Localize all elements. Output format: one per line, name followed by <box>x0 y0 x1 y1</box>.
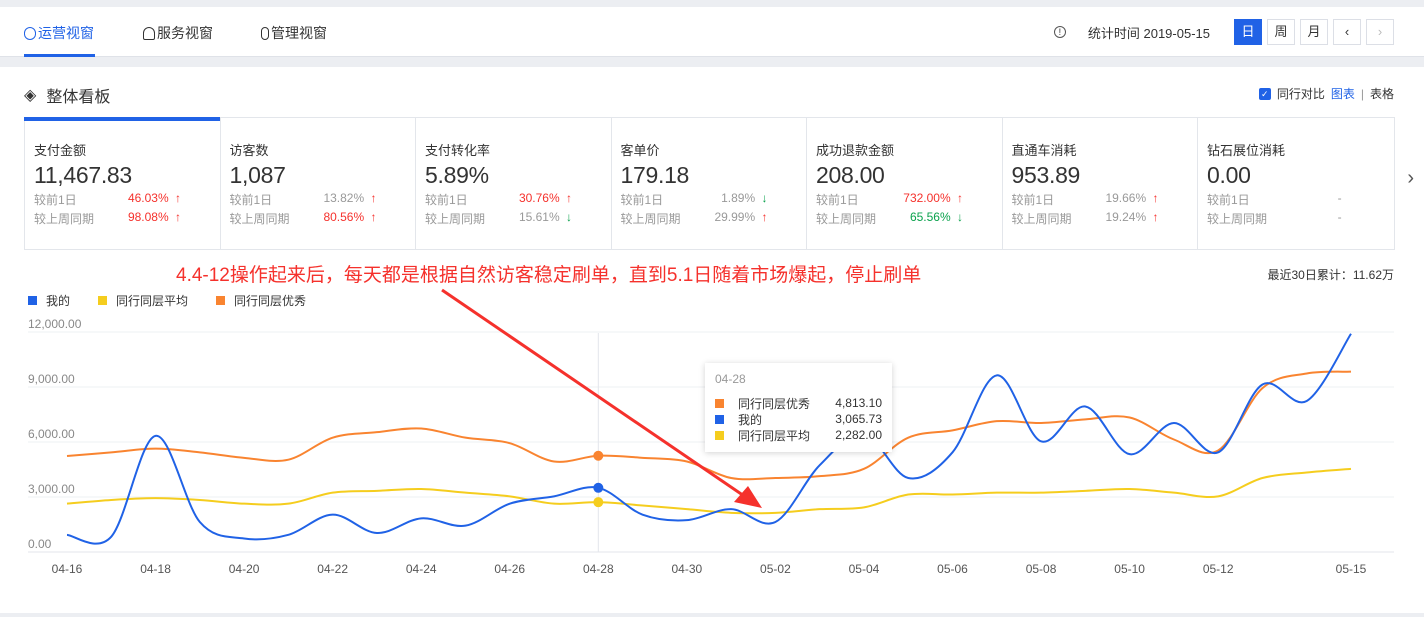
tooltip-swatch <box>715 414 724 424</box>
x-tick-label: 04-28 <box>583 562 614 576</box>
highlight-point <box>593 482 604 493</box>
y-tick-label: 3,000.00 <box>28 482 75 496</box>
x-tick-label: 04-26 <box>494 562 525 576</box>
tooltip-date: 04-28 <box>715 372 746 386</box>
line-chart: 0.00 3,000.00 6,000.00 9,000.00 12,000.00 04-… <box>28 288 1394 576</box>
x-tick-label: 04-22 <box>317 562 348 576</box>
x-tick-label: 05-10 <box>1114 562 1145 576</box>
chart-tooltip: 04-28 同行同层优秀 4,813.10 我的 3,065.73 同行同层平均 2,28… <box>705 363 892 452</box>
tooltip-row: 同行同层优秀 4,813.10 <box>715 395 882 411</box>
tooltip-swatch <box>715 398 724 408</box>
tooltip-swatch <box>715 430 724 440</box>
x-tick-label: 05-08 <box>1026 562 1057 576</box>
x-tick-label: 04-24 <box>406 562 437 576</box>
tooltip-row: 同行同层平均 2,282.00 <box>715 427 882 443</box>
highlight-point <box>593 497 604 508</box>
y-tick-label: 12,000.00 <box>28 317 82 331</box>
x-tick-label: 05-04 <box>849 562 880 576</box>
x-tick-label: 04-20 <box>229 562 260 576</box>
x-tick-label: 05-15 <box>1336 562 1367 576</box>
x-tick-label: 04-30 <box>672 562 703 576</box>
x-tick-label: 05-06 <box>937 562 968 576</box>
x-tick-label: 04-16 <box>52 562 83 576</box>
series-line-1 <box>66 467 1352 515</box>
y-tick-label: 0.00 <box>28 537 52 551</box>
highlight-point <box>593 450 604 461</box>
x-tick-label: 04-18 <box>140 562 171 576</box>
y-tick-label: 9,000.00 <box>28 372 75 386</box>
y-tick-label: 6,000.00 <box>28 427 75 441</box>
x-tick-label: 05-12 <box>1203 562 1234 576</box>
x-tick-label: 05-02 <box>760 562 791 576</box>
tooltip-row: 我的 3,065.73 <box>715 411 882 427</box>
annotation-arrow <box>441 288 751 502</box>
